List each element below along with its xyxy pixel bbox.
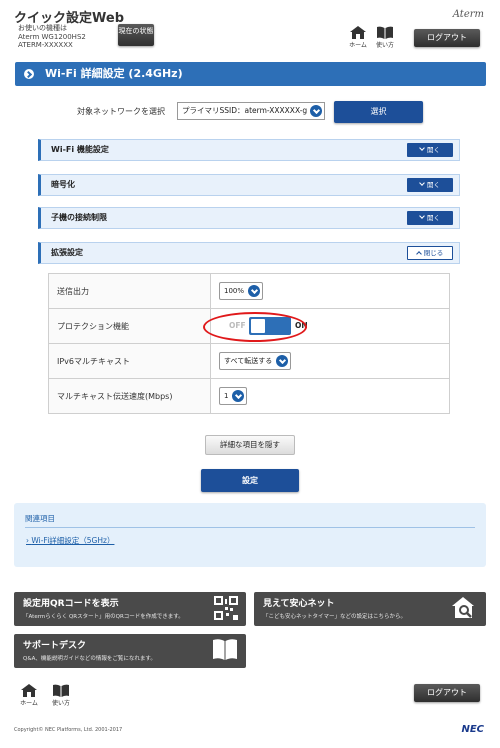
accordion-label: 拡張設定 xyxy=(51,248,83,257)
tile-title: 設定用QRコードを表示 xyxy=(23,599,119,609)
accordion-wifi-function[interactable]: Wi-Fi 機能設定 開く xyxy=(38,139,460,161)
table-row: IPv6マルチキャスト すべて転送する xyxy=(48,343,450,379)
apply-button[interactable]: 設定 xyxy=(201,469,299,492)
highlight-ellipse xyxy=(203,312,307,342)
page-title-bar: Wi-Fi 詳細設定 (2.4GHz) xyxy=(15,62,486,86)
open-button-label: 開く xyxy=(427,146,440,154)
model-caption: お使いの機種は xyxy=(18,24,67,32)
chevron-down-icon xyxy=(419,180,425,186)
chevron-down-icon xyxy=(276,355,289,367)
home-label: ホーム xyxy=(349,42,367,49)
open-button[interactable]: 開く xyxy=(407,178,453,192)
related-items-panel: 関連項目 Wi-Fi詳細設定（5GHz） xyxy=(14,503,486,567)
footer-logout-button[interactable]: ログアウト xyxy=(414,684,480,702)
network-select[interactable]: プライマリSSID：aterm-XXXXXX-g xyxy=(177,102,325,120)
accordion-encryption[interactable]: 暗号化 開く xyxy=(38,174,460,196)
open-button[interactable]: 開く xyxy=(407,143,453,157)
footer-help-label: 使い方 xyxy=(51,700,70,707)
copyright: Copyright© NEC Platforms, Ltd. 2001-2017 xyxy=(14,727,123,733)
open-button[interactable]: 開く xyxy=(407,211,453,225)
nec-logo: NEC xyxy=(461,724,484,735)
device-id: ATERM-XXXXXX xyxy=(18,41,73,49)
accordion-client-restriction[interactable]: 子機の接続制限 開く xyxy=(38,207,460,229)
footer-help-button[interactable]: 使い方 xyxy=(48,684,74,707)
protection-label: プロテクション機能 xyxy=(48,308,211,344)
network-select-label: 対象ネットワークを選択 xyxy=(77,107,165,116)
accordion-extended-settings[interactable]: 拡張設定 閉じる xyxy=(38,242,460,264)
related-title: 関連項目 xyxy=(25,514,55,523)
accordion-label: Wi-Fi 機能設定 xyxy=(51,145,109,154)
model-info: お使いの機種は Aterm WG1200HS2 ATERM-XXXXXX xyxy=(18,24,86,50)
logout-button[interactable]: ログアウト xyxy=(414,29,480,47)
book-icon xyxy=(377,26,393,39)
chevron-down-icon xyxy=(310,105,322,117)
help-label: 使い方 xyxy=(375,42,394,49)
ipv6-multicast-label: IPv6マルチキャスト xyxy=(48,343,211,379)
qr-code-icon xyxy=(214,596,238,620)
tile-title: サポートデスク xyxy=(23,641,87,651)
tile-subtitle: 「こども安心ネットタイマー」などの設定はこちらから。 xyxy=(263,614,407,620)
close-button-label: 閉じる xyxy=(423,249,444,257)
related-link-5ghz[interactable]: Wi-Fi詳細設定（5GHz） xyxy=(26,535,114,546)
accordion-label: 子機の接続制限 xyxy=(51,213,107,222)
open-button-label: 開く xyxy=(427,214,440,222)
ipv6-multicast-select[interactable]: すべて転送する xyxy=(219,352,292,370)
page-title: Wi-Fi 詳細設定 (2.4GHz) xyxy=(45,67,183,80)
tx-power-select[interactable]: 100% xyxy=(219,282,264,300)
tx-power-label: 送信出力 xyxy=(48,273,211,309)
book-icon xyxy=(53,684,69,697)
chevron-down-icon xyxy=(419,213,425,219)
network-select-value: プライマリSSID：aterm-XXXXXX-g xyxy=(182,106,308,115)
tile-subtitle: Q&A、機能説明ガイドなどの情報をご覧になれます。 xyxy=(23,656,156,662)
multicast-rate-select[interactable]: 1 xyxy=(219,387,248,405)
close-button[interactable]: 閉じる xyxy=(407,246,453,260)
header: クイック設定Web お使いの機種は Aterm WG1200HS2 ATERM-… xyxy=(0,0,500,58)
help-button[interactable]: 使い方 xyxy=(372,26,398,49)
multicast-rate-label: マルチキャスト伝送速度(Mbps) xyxy=(48,378,211,414)
chevron-down-icon xyxy=(232,390,245,402)
select-network-button[interactable]: 選択 xyxy=(334,101,423,123)
tile-title: 見えて安心ネット xyxy=(263,599,335,609)
ipv6-multicast-value: すべて転送する xyxy=(224,357,273,365)
chevron-up-icon xyxy=(415,251,422,257)
tx-power-value: 100% xyxy=(224,287,245,295)
divider xyxy=(25,527,475,528)
extended-settings-table: 送信出力 100% プロテクション機能 OFF ON IPv6マルチキャスト す… xyxy=(48,273,450,414)
chevron-down-icon xyxy=(248,285,261,297)
home-button[interactable]: ホーム xyxy=(345,26,371,49)
accordion-label: 暗号化 xyxy=(51,180,75,189)
status-button[interactable]: 現在の状態 xyxy=(118,24,154,46)
home-search-icon xyxy=(452,597,474,618)
chevron-right-icon xyxy=(24,69,34,79)
open-button-label: 開く xyxy=(427,181,440,189)
home-icon xyxy=(350,26,366,39)
tile-subtitle: 「Atermらくらく QRスタート」用のQRコードを作成できます。 xyxy=(23,614,184,620)
chevron-down-icon xyxy=(419,145,425,151)
qr-code-tile[interactable]: 設定用QRコードを表示 「Atermらくらく QRスタート」用のQRコードを作成… xyxy=(14,592,246,626)
support-desk-tile[interactable]: サポートデスク Q&A、機能説明ガイドなどの情報をご覧になれます。 xyxy=(14,634,246,668)
table-row: 送信出力 100% xyxy=(48,273,450,309)
table-row: マルチキャスト伝送速度(Mbps) 1 xyxy=(48,378,450,414)
home-icon xyxy=(21,684,37,697)
aterm-logo: Aterm xyxy=(452,9,484,20)
hide-details-button[interactable]: 詳細な項目を隠す xyxy=(205,435,295,455)
safe-net-tile[interactable]: 見えて安心ネット 「こども安心ネットタイマー」などの設定はこちらから。 xyxy=(254,592,486,626)
multicast-rate-value: 1 xyxy=(224,392,229,400)
footer-home-button[interactable]: ホーム xyxy=(16,684,42,707)
book-icon xyxy=(213,639,237,660)
model-name: Aterm WG1200HS2 xyxy=(18,32,86,41)
footer-home-label: ホーム xyxy=(20,700,38,707)
